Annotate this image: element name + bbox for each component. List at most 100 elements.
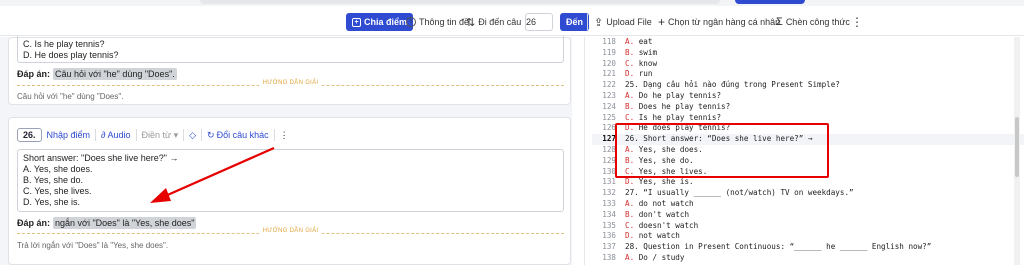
line-text: C. Is he play tennis? [625,113,721,124]
line-content: doesn't watch [634,220,699,230]
code-line[interactable]: 131 D. Yes, she is. [592,177,1024,188]
line-text: 27. “I usually ______ (not/watch) TV on … [625,188,854,199]
line-number: 137 [602,242,616,252]
line-number: 129 [602,155,616,165]
line-content: 27. “I usually ______ (not/watch) TV on … [625,188,854,198]
line-text: C. know [625,59,657,70]
line-number: 124 [602,101,616,111]
code-line[interactable]: 133 A. do not watch [592,199,1024,210]
highlight-box [615,123,829,178]
upload-button[interactable]: ⇪ Upload File [594,13,652,31]
line-number: 125 [602,112,616,122]
toolbar-divider [587,14,588,30]
option-letter: D. [625,231,635,241]
line-number: 131 [602,177,616,187]
line-number: 121 [602,69,616,79]
line-text: D. run [625,69,652,80]
info-button[interactable]: i Thông tin đề [406,13,469,31]
code-line[interactable]: 137 28. Question in Present Continuous: “… [592,242,1024,253]
line-number: 128 [602,144,616,154]
line-text: D. not watch [625,231,680,242]
line-text: A. Do he play tennis? [625,91,721,102]
line-number: 120 [602,58,616,68]
option-letter: C. [625,112,635,122]
code-line[interactable]: 134 B. don't watch [592,210,1024,221]
more-icon[interactable]: ⋮ [851,13,863,31]
goto-control: ⇅ Đi đến câu [466,16,522,29]
line-text: D. Yes, she is. [625,177,694,188]
plus-icon: + [658,15,666,29]
sort-icon: ⇅ [466,16,476,29]
line-content: swim [634,47,658,57]
line-content: 28. Question in Present Continuous: “___… [625,242,932,252]
line-content: Do he play tennis? [634,90,722,100]
code-line[interactable]: 123 A. Do he play tennis? [592,91,1024,102]
code-line[interactable]: 136 D. not watch [592,231,1024,242]
top-accent [735,0,805,4]
code-line[interactable]: 132 27. “I usually ______ (not/watch) TV … [592,188,1024,199]
toolbar: + Chia điểm i Thông tin đề ⇅ Đi đến câu … [0,8,1024,36]
code-line[interactable]: 119 B. swim [592,48,1024,59]
line-number: 134 [602,209,616,219]
line-text: C. doesn't watch [625,221,698,232]
code-line[interactable]: 121 D. run [592,69,1024,80]
pane-divider[interactable] [584,37,585,265]
code-line[interactable]: 118 A. eat [592,37,1024,48]
option-letter: D. [625,69,635,79]
line-number: 122 [602,80,616,90]
option-letter: C. [625,220,635,230]
code-line[interactable]: 125 C. Is he play tennis? [592,113,1024,124]
bank-button[interactable]: + Chọn từ ngân hàng cá nhân [658,13,780,31]
line-content: do not watch [634,198,694,208]
option-letter: C. [625,58,635,68]
info-icon: i [406,17,416,27]
goto-input[interactable]: 26 [525,13,553,31]
line-number: 130 [602,166,616,176]
option-letter: B. [625,101,635,111]
line-text: A. Do / study [625,253,684,264]
sigma-icon: Σ [776,16,783,28]
code-line[interactable]: 124 B. Does he play tennis? [592,102,1024,113]
annotation-arrow [150,146,275,203]
line-text: B. swim [625,48,657,59]
option-letter: D. [625,177,635,187]
line-content: run [634,69,653,79]
line-number: 136 [602,231,616,241]
line-number: 119 [602,47,616,57]
line-number: 132 [602,188,616,198]
line-text: A. eat [625,37,652,48]
line-number: 135 [602,220,616,230]
line-content: don't watch [634,209,690,219]
score-button[interactable]: + Chia điểm [346,13,414,31]
line-number: 118 [602,37,616,46]
option-letter: B. [625,47,635,57]
code-line[interactable]: 138 A. Do / study [592,253,1024,264]
go-button[interactable]: Đến [560,13,590,31]
code-line[interactable]: 120 C. know [592,59,1024,70]
line-text: B. don't watch [625,210,689,221]
line-content: eat [634,37,653,46]
line-content: Is he play tennis? [634,112,722,122]
formula-button[interactable]: Σ Chèn công thức [776,13,850,31]
upload-icon: ⇪ [594,16,604,29]
scrollbar[interactable] [1014,37,1020,265]
option-letter: A. [625,90,635,100]
question-editor-pane: C. Is he play tennis? D. He does play te… [0,36,572,265]
line-text: B. Does he play tennis? [625,102,730,113]
line-content: know [634,58,658,68]
line-content: Does he play tennis? [634,101,731,111]
top-pill [200,0,720,4]
grid-icon: + [352,17,361,27]
line-content: Yes, she is. [634,177,694,187]
line-text: 28. Question in Present Continuous: “___… [625,242,931,253]
code-line[interactable]: 122 25. Dạng câu hỏi nào đúng trong Prese… [592,80,1024,91]
option-letter: A. [625,37,635,46]
code-line[interactable]: 135 C. doesn't watch [592,221,1024,232]
scrollbar-thumb[interactable] [1015,117,1019,177]
option-letter: A. [625,252,635,262]
line-text: 25. Dạng câu hỏi nào đúng trong Present … [625,80,840,91]
line-content: 25. Dạng câu hỏi nào đúng trong Present … [625,80,840,90]
line-number: 127 [602,134,616,144]
line-number: 126 [602,123,616,133]
option-letter: B. [625,209,635,219]
